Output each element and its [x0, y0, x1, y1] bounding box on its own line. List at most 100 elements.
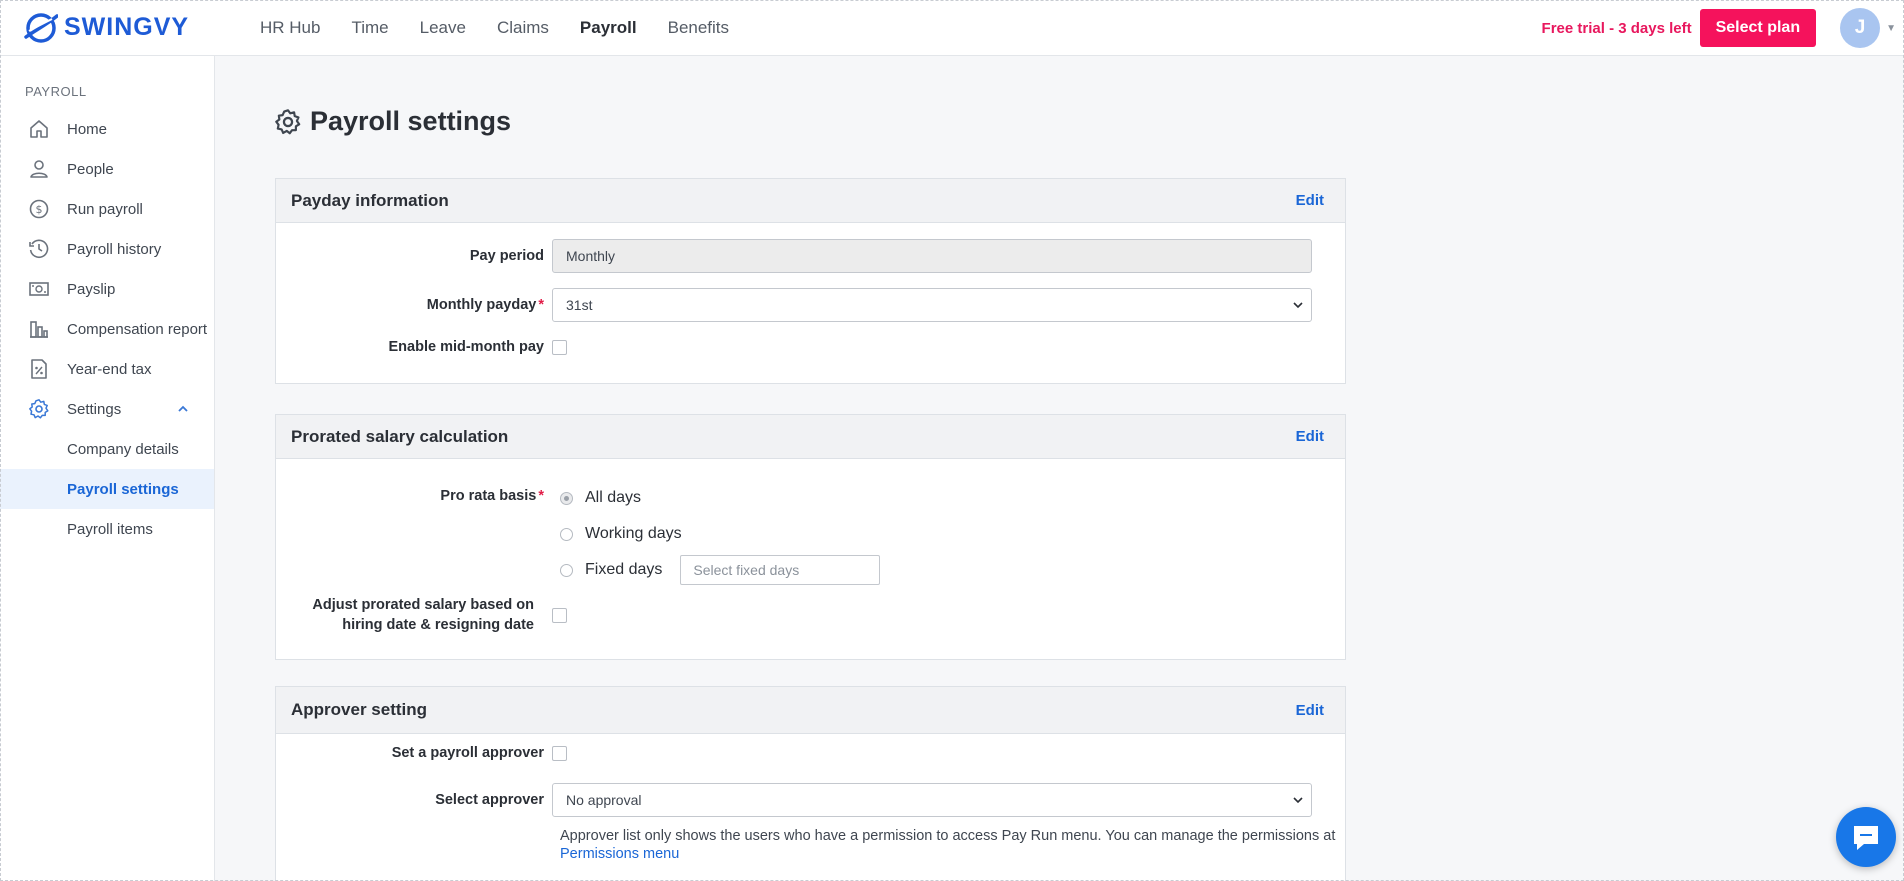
monthly-payday-value: 31st — [566, 297, 593, 313]
select-approver-label: Select approver — [435, 792, 544, 808]
edit-approver-link[interactable]: Edit — [1296, 702, 1324, 719]
nav-claims[interactable]: Claims — [497, 18, 549, 38]
monthly-payday-label: Monthly payday * — [426, 297, 544, 313]
set-approver-label: Set a payroll approver — [391, 745, 544, 761]
sidebar-subitem-payroll-settings[interactable]: Payroll settings — [0, 469, 214, 509]
chat-bubble-icon — [1854, 826, 1878, 850]
radio-label: All days — [585, 489, 642, 506]
monthly-payday-label-text: Monthly payday — [426, 297, 537, 313]
select-plan-button[interactable]: Select plan — [1699, 9, 1817, 47]
chevron-down-icon — [1293, 302, 1303, 309]
sidebar-section-title: PAYROLL — [25, 84, 87, 99]
nav-leave[interactable]: Leave — [420, 18, 466, 38]
main-content: Payroll settings Payday information Edit… — [216, 56, 1904, 881]
card-title: Payday information — [291, 190, 449, 210]
monthly-payday-select[interactable]: 31st — [552, 288, 1312, 322]
select-approver-select[interactable]: No approval — [552, 783, 1312, 817]
edit-payday-link[interactable]: Edit — [1296, 192, 1324, 209]
pay-period-row: Pay period Monthly — [276, 239, 1345, 273]
chevron-up-icon[interactable] — [176, 402, 190, 416]
fixed-days-input[interactable]: Select fixed days — [680, 555, 881, 585]
permissions-menu-link[interactable]: Permissions menu — [560, 846, 679, 862]
sidebar-subitem-company-details[interactable]: Company details — [0, 429, 214, 469]
card-header: Payday information Edit — [276, 179, 1345, 223]
sidebar-item-compensation-report[interactable]: Compensation report — [0, 309, 214, 349]
mid-month-checkbox[interactable] — [552, 339, 567, 355]
approver-setting-card: Approver setting Edit Set a payroll appr… — [275, 686, 1346, 881]
sidebar: PAYROLL Home People $ Run payroll Payrol… — [0, 56, 215, 881]
mid-month-label: Enable mid-month pay — [388, 339, 545, 355]
page-title-text: Payroll settings — [310, 106, 512, 136]
set-approver-row: Set a payroll approver — [276, 743, 1345, 763]
payday-information-card: Payday information Edit Pay period Month… — [275, 178, 1346, 384]
history-icon — [28, 238, 50, 260]
radio-label: Working days — [585, 525, 682, 542]
prorated-salary-card: Prorated salary calculation Edit Pro rat… — [275, 414, 1346, 660]
pro-rata-basis-label: Pro rata basis * — [440, 488, 544, 504]
select-approver-row: Select approver No approval — [276, 783, 1345, 817]
nav-hr-hub[interactable]: HR Hub — [260, 18, 320, 38]
sidebar-item-payslip[interactable]: Payslip — [0, 269, 214, 309]
sidebar-item-label: Home — [67, 120, 108, 138]
person-icon — [28, 158, 50, 180]
set-approver-checkbox[interactable] — [552, 745, 567, 761]
home-icon — [28, 118, 50, 140]
sidebar-item-label: Run payroll — [67, 200, 143, 218]
chevron-down-icon[interactable]: ▼ — [1886, 23, 1896, 34]
money-bill-icon — [28, 278, 50, 300]
radio-button[interactable] — [560, 491, 573, 505]
gear-icon — [275, 108, 301, 134]
adjust-label-line1: Adjust prorated salary based on — [312, 597, 534, 613]
nav-benefits[interactable]: Benefits — [668, 18, 729, 38]
sidebar-item-payroll-history[interactable]: Payroll history — [0, 229, 214, 269]
svg-text:$: $ — [36, 203, 43, 216]
avatar[interactable]: J — [1840, 8, 1881, 48]
pay-period-value: Monthly — [566, 248, 616, 264]
sidebar-item-year-end-tax[interactable]: Year-end tax — [0, 349, 214, 389]
pro-rata-basis-row: Pro rata basis * — [276, 486, 1345, 506]
sidebar-subitem-payroll-items[interactable]: Payroll items — [0, 509, 214, 549]
radio-button[interactable] — [560, 527, 573, 541]
radio-button[interactable] — [560, 563, 573, 577]
card-header: Prorated salary calculation Edit — [276, 415, 1345, 459]
nav-payroll[interactable]: Payroll — [580, 18, 637, 38]
trial-status: Free trial - 3 days left — [1541, 19, 1692, 37]
adjust-prorated-row: Adjust prorated salary based on hiring d… — [276, 595, 1345, 635]
sidebar-item-home[interactable]: Home — [0, 109, 214, 149]
pay-period-field: Monthly — [552, 239, 1312, 273]
radio-working-days[interactable]: Working days — [560, 525, 682, 543]
sidebar-item-people[interactable]: People — [0, 149, 214, 189]
adjust-label-line2: hiring date & resigning date — [342, 617, 534, 633]
edit-prorated-link[interactable]: Edit — [1296, 428, 1324, 445]
approver-note: Approver list only shows the users who h… — [560, 827, 1340, 863]
percent-doc-icon — [28, 358, 50, 380]
bar-chart-icon — [28, 318, 50, 340]
sidebar-item-label: Payslip — [67, 280, 116, 298]
pay-period-label: Pay period — [469, 248, 544, 264]
top-bar: SWINGVY HR Hub Time Leave Claims Payroll… — [0, 0, 1904, 56]
sidebar-item-label: Settings — [67, 400, 122, 418]
adjust-prorated-checkbox[interactable] — [552, 607, 567, 623]
radio-all-days[interactable]: All days — [560, 489, 641, 507]
approver-note-text: Approver list only shows the users who h… — [560, 828, 1336, 844]
fixed-days-placeholder: Select fixed days — [693, 562, 800, 578]
chevron-down-icon — [1293, 797, 1303, 804]
select-approver-value: No approval — [566, 792, 642, 808]
sidebar-item-label: People — [67, 160, 114, 178]
header-actions: Free trial - 3 days left Select plan J ▼ — [1542, 0, 1904, 56]
nav-time[interactable]: Time — [351, 18, 388, 38]
main-nav: HR Hub Time Leave Claims Payroll Benefit… — [260, 18, 760, 38]
radio-fixed-days[interactable]: Fixed days Select fixed days — [560, 555, 881, 585]
dollar-circle-icon: $ — [28, 198, 50, 220]
gear-icon — [28, 398, 50, 420]
logo[interactable]: SWINGVY — [24, 11, 244, 45]
sidebar-item-settings[interactable]: Settings — [0, 389, 214, 429]
mid-month-row: Enable mid-month pay — [276, 337, 1345, 357]
sidebar-item-run-payroll[interactable]: $ Run payroll — [0, 189, 214, 229]
card-title: Prorated salary calculation — [291, 426, 509, 446]
swingvy-logo-icon — [24, 12, 58, 43]
monthly-payday-row: Monthly payday * 31st — [276, 288, 1345, 322]
adjust-prorated-label: Adjust prorated salary based on hiring d… — [276, 595, 552, 635]
card-header: Approver setting Edit — [276, 687, 1345, 734]
chat-button[interactable] — [1836, 807, 1896, 867]
